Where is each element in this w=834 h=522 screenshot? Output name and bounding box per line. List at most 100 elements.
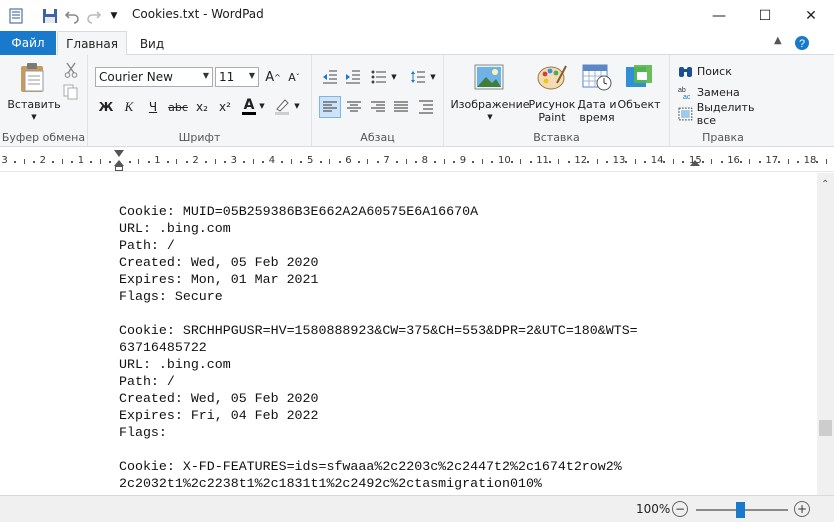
redo-icon[interactable] [84,6,104,26]
document-line[interactable]: Cookie: SRCHHPGUSR=HV=1580888923&CW=375&… [119,322,638,339]
object-icon[interactable] [622,61,656,93]
paste-dropdown-icon[interactable]: ▼ [29,111,39,124]
insert-datetime-button[interactable]: Дата и время [574,98,620,124]
ruler-tick [204,161,207,163]
shrink-font-button[interactable]: Aˇ [285,68,303,86]
document-line[interactable]: Cookie: MUID=05B259386B3E662A2A60575E6A1… [119,203,638,220]
document-area[interactable]: Cookie: MUID=05B259386B3E662A2A60575E6A1… [0,173,817,495]
tab-home[interactable]: Главная [57,31,127,56]
picture-icon[interactable] [472,61,506,93]
decrease-indent-icon[interactable] [320,67,340,87]
paint-drawing-icon[interactable] [535,61,569,93]
undo-icon[interactable] [62,6,82,26]
paste-icon[interactable] [16,61,50,95]
insert-paint-button[interactable]: Рисунок Paint [528,98,576,124]
document-line[interactable]: Path: / [119,237,638,254]
increase-indent-icon[interactable] [343,67,363,87]
document-line[interactable]: Created: Wed, 05 Feb 2020 [119,390,638,407]
bullet-list-icon[interactable] [369,67,389,87]
align-center-icon[interactable] [343,96,365,118]
customize-toolbar-icon[interactable]: ▼ [104,6,124,26]
align-right-icon[interactable] [367,96,389,118]
insert-picture-dropdown-icon[interactable]: ▼ [485,111,495,124]
document-line[interactable]: Path: / [119,373,638,390]
first-line-indent-marker[interactable] [114,150,124,157]
justify-icon[interactable] [390,96,412,118]
document-line[interactable]: Created: Wed, 05 Feb 2020 [119,254,638,271]
font-family-value: Courier New [99,70,173,84]
ruler-tick [739,161,742,163]
scroll-thumb[interactable] [819,420,832,436]
bold-button[interactable]: Ж [97,97,115,117]
grow-font-button[interactable]: A ^ [264,68,282,86]
insert-object-button[interactable]: Объект [616,98,662,111]
right-indent-marker[interactable] [690,160,700,166]
replace-button[interactable]: ab ac Замена [678,84,740,100]
document-line[interactable]: URL: .bing.com [119,220,638,237]
scroll-up-icon[interactable]: ⌃ [821,179,829,190]
document-line[interactable]: Expires: Mon, 01 Mar 2021 [119,271,638,288]
document-line[interactable]: 63716485722 [119,339,638,356]
strikethrough-button[interactable]: abc [167,97,189,117]
align-left-icon[interactable] [319,96,341,118]
ruler-tick [262,161,265,163]
document-line[interactable]: Cookie: X-FD-FEATURES=ids=sfwaaa%2c2203c… [119,458,638,475]
find-button[interactable]: Поиск [678,63,732,79]
paragraph-settings-icon[interactable] [415,96,437,118]
ruler-tick [434,161,437,163]
bullet-list-dropdown-icon[interactable]: ▼ [390,71,398,83]
underline-button[interactable]: Ч [144,97,162,117]
ruler-tick [176,159,178,164]
maximize-button[interactable]: ☐ [742,0,788,31]
superscript-button[interactable]: x² [215,97,235,117]
ruler-tick [634,159,636,164]
highlight-dropdown-icon[interactable]: ▼ [293,99,301,113]
ruler-tick [319,161,322,163]
document-line[interactable]: 2c2032t1%2c2238t1%2c1831t1%2c2492c%2ctas… [119,475,638,492]
ruler-tick [376,161,379,163]
ruler-tick [61,159,63,164]
font-size-select[interactable]: 11 ▼ [215,67,259,87]
close-button[interactable]: ✕ [788,0,834,31]
ruler-scale[interactable]: 3 2 1 1 2 3 4 5 6 7 8 9 10 11 12 13 14 15 16 17 18 [0,152,834,166]
italic-button[interactable]: К [120,97,138,117]
vertical-scrollbar[interactable]: ⌃ [817,173,834,495]
tab-view[interactable]: Вид [132,31,172,56]
zoom-in-button[interactable]: + [794,501,810,517]
hanging-indent-box[interactable] [115,166,123,171]
font-color-button[interactable]: A [240,95,258,117]
tab-file[interactable]: Файл [0,31,56,55]
document-text[interactable]: Cookie: MUID=05B259386B3E662A2A60575E6A1… [119,203,638,492]
document-line[interactable]: URL: .bing.com [119,356,638,373]
cut-icon[interactable] [62,61,80,79]
paste-button[interactable]: Вставить [6,98,62,111]
minimize-ribbon-icon[interactable]: ▲ [774,35,782,46]
document-line[interactable] [119,305,638,322]
font-color-dropdown-icon[interactable]: ▼ [258,99,266,113]
ruler-number: 10 [498,155,511,166]
highlight-icon[interactable] [272,95,292,117]
line-spacing-icon[interactable] [408,67,428,87]
font-family-select[interactable]: Courier New ▼ [95,67,213,87]
document-line[interactable]: Expires: Fri, 04 Feb 2022 [119,407,638,424]
line-spacing-dropdown-icon[interactable]: ▼ [429,71,437,83]
ruler-tick [395,161,398,163]
date-time-icon[interactable] [580,61,614,93]
document-line[interactable]: Flags: Secure [119,288,638,305]
insert-picture-button[interactable]: Изображение [446,98,534,111]
document-line[interactable] [119,441,638,458]
subscript-button[interactable]: x₂ [192,97,212,117]
zoom-out-button[interactable]: − [672,501,688,517]
ruler-tick [71,161,74,163]
copy-icon[interactable] [62,83,80,101]
select-all-button[interactable]: Выделить все [678,101,776,127]
minimize-button[interactable]: — [696,0,742,31]
ruler-number: 1 [154,155,161,166]
zoom-slider-thumb[interactable] [736,502,745,518]
ruler[interactable]: 3 2 1 1 2 3 4 5 6 7 8 9 10 11 12 13 14 15 16 17 18 [0,148,834,172]
help-icon[interactable]: ? [794,35,810,54]
wordpad-app-icon[interactable] [6,6,26,26]
save-icon[interactable] [40,6,60,26]
document-line[interactable]: Flags: [119,424,638,441]
clipboard-group: Вставить ▼ Буфер обмена [0,55,88,147]
